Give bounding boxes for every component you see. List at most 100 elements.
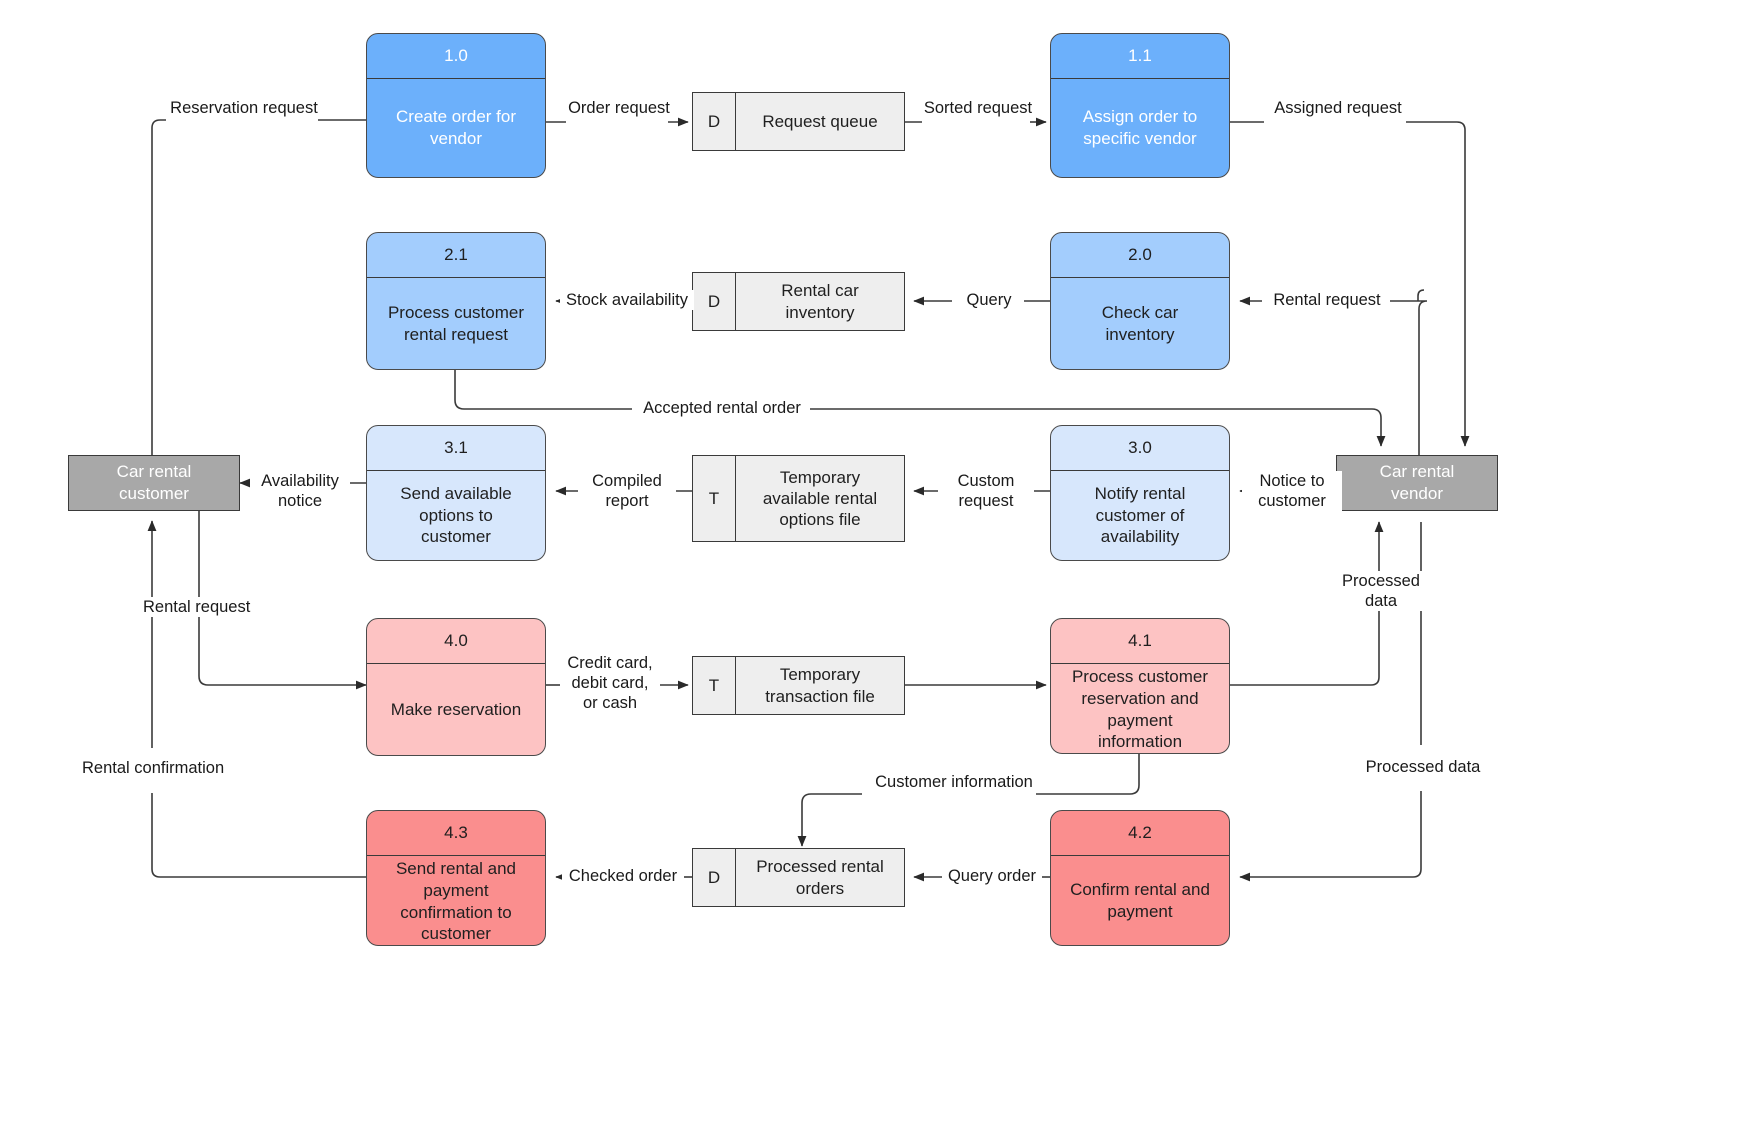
flow-label-checked-order: Checked order [562, 866, 684, 887]
process-4-3-line1: Send rental and [395, 859, 517, 878]
diagram-canvas: Car rental customer Car rental vendor 1.… [0, 0, 1760, 1138]
flow-label-processed-data-up: Processed data [1332, 571, 1430, 612]
process-1-1[interactable]: 1.1 Assign order to specific vendor [1050, 33, 1230, 178]
flow-label-compiled-report-line2: report [605, 492, 649, 511]
process-3-1-line1: Send available [400, 483, 512, 503]
store-tof-line1: Temporary [779, 467, 861, 487]
process-4-1-number: 4.1 [1051, 619, 1229, 664]
flow-label-payment-line2: debit card, [571, 674, 649, 693]
process-3-0-line3: availability [1100, 527, 1180, 547]
process-4-1[interactable]: 4.1 Process customer reservation and pay… [1050, 618, 1230, 754]
store-rci-line1: Rental car [781, 281, 859, 301]
process-2-1-line1: Process customer [387, 302, 525, 322]
wire-accepted-a [454, 370, 632, 410]
wire-processed-data-down-b [1239, 791, 1422, 882]
process-2-0[interactable]: 2.0 Check car inventory [1050, 232, 1230, 370]
flow-label-customer-information: Customer information [866, 772, 1042, 793]
flow-label-order-request: Order request [564, 98, 674, 119]
process-4-2[interactable]: 4.2 Confirm rental and payment [1050, 810, 1230, 946]
process-2-1-name: Process customer rental request [367, 278, 545, 369]
process-1-1-line2: specific vendor [1083, 129, 1197, 148]
process-4-3-line3: confirmation to [400, 902, 512, 922]
process-3-1[interactable]: 3.1 Send available options to customer [366, 425, 546, 561]
process-1-0-line1: Create order for [396, 107, 516, 127]
flow-label-custom-request: Custom request [938, 471, 1034, 512]
wire-rental-confirmation-a [151, 793, 366, 878]
store-temporary-transaction-label: Temporary transaction file [736, 657, 904, 714]
process-2-0-line2: inventory [1105, 324, 1175, 344]
flow-label-query: Query [954, 290, 1024, 311]
flow-label-availability-notice-line2: notice [277, 492, 323, 511]
wire-rental-request-vendor-d [1418, 300, 1428, 455]
process-4-2-number: 4.2 [1051, 811, 1229, 856]
store-ttf-line1: Temporary [779, 665, 861, 685]
store-pro-line2: orders [795, 878, 845, 898]
flow-label-notice-to-customer-line1: Notice to [1259, 472, 1325, 490]
wire-customer-information-a [1036, 753, 1140, 795]
store-rci-line2: inventory [785, 302, 855, 322]
flow-label-notice-to-customer-line2: customer [1258, 492, 1326, 511]
store-tof-line2: available rental [762, 488, 878, 508]
entity-vendor-line1: Car rental [1379, 461, 1455, 481]
store-pro-line1: Processed rental [756, 857, 884, 877]
flow-label-query-order: Query order [942, 866, 1042, 887]
store-temporary-options-file[interactable]: T Temporary available rental options fil… [692, 455, 905, 542]
flow-label-assigned-request: Assigned request [1266, 98, 1410, 119]
process-4-1-line4: information [1097, 732, 1183, 752]
flow-label-payment-line1: Credit card, [567, 654, 653, 672]
entity-car-rental-customer[interactable]: Car rental customer [68, 455, 240, 511]
process-3-1-number: 3.1 [367, 426, 545, 471]
process-4-0[interactable]: 4.0 Make reservation [366, 618, 546, 756]
process-2-1[interactable]: 2.1 Process customer rental request [366, 232, 546, 370]
process-3-0[interactable]: 3.0 Notify rental customer of availabili… [1050, 425, 1230, 561]
process-3-0-line1: Notify rental [1094, 483, 1186, 503]
store-processed-orders-label: Processed rental orders [736, 849, 904, 906]
store-request-queue[interactable]: D Request queue [692, 92, 905, 151]
flow-label-availability-notice: Availability notice [250, 471, 350, 512]
flow-label-processed-data-down: Processed data [1350, 757, 1496, 778]
flow-label-sorted-request: Sorted request [920, 98, 1036, 119]
flow-label-custom-request-line2: request [958, 492, 1014, 511]
flow-label-processed-data-up-line2: data [1364, 592, 1398, 611]
process-3-1-line3: customer [421, 527, 491, 547]
entity-car-rental-vendor[interactable]: Car rental vendor [1336, 455, 1498, 511]
flow-label-payment-line3: or cash [582, 694, 638, 713]
store-temporary-options-label: Temporary available rental options file [736, 456, 904, 541]
process-4-0-name: Make reservation [367, 664, 545, 755]
flow-label-accepted-rental-order: Accepted rental order [634, 398, 810, 419]
store-request-queue-key: D [693, 93, 736, 150]
process-1-1-name: Assign order to specific vendor [1051, 79, 1229, 177]
process-4-1-line1: Process customer [1071, 667, 1209, 686]
process-4-3[interactable]: 4.3 Send rental and payment confirmation… [366, 810, 546, 946]
process-4-3-number: 4.3 [367, 811, 545, 856]
process-1-0[interactable]: 1.0 Create order for vendor [366, 33, 546, 178]
store-processed-rental-orders[interactable]: D Processed rental orders [692, 848, 905, 907]
entity-customer-line1: Car rental [116, 461, 192, 481]
wire-rental-request-vendor-c [1417, 289, 1425, 301]
process-3-1-line2: options to [419, 505, 493, 525]
store-temporary-transaction-key: T [693, 657, 736, 714]
process-4-2-name: Confirm rental and payment [1051, 856, 1229, 945]
wire-customer-information-b [797, 793, 862, 847]
process-4-1-name: Process customer reservation and payment… [1051, 664, 1229, 753]
process-2-0-name: Check car inventory [1051, 278, 1229, 369]
process-4-2-line2: payment [1107, 901, 1173, 921]
store-processed-orders-key: D [693, 849, 736, 906]
flow-label-compiled-report-line1: Compiled [592, 472, 662, 490]
flow-label-reservation-request: Reservation request [166, 98, 322, 119]
store-request-queue-line1: Request queue [762, 111, 878, 131]
store-request-queue-label: Request queue [736, 93, 904, 150]
wire-processed-data-up-a [1230, 605, 1380, 686]
entity-customer-line2: customer [119, 484, 189, 503]
store-temporary-options-key: T [693, 456, 736, 541]
process-3-0-name: Notify rental customer of availability [1051, 471, 1229, 560]
store-temporary-transaction-file[interactable]: T Temporary transaction file [692, 656, 905, 715]
flow-label-rental-request-vendor: Rental request [1264, 290, 1390, 311]
process-2-1-number: 2.1 [367, 233, 545, 278]
process-4-2-line1: Confirm rental and [1070, 879, 1210, 899]
wire-reservation-request-a [151, 119, 166, 455]
flow-label-payment-methods: Credit card, debit card, or cash [560, 653, 660, 714]
process-3-0-line2: customer of [1095, 505, 1185, 525]
store-rental-car-inventory[interactable]: D Rental car inventory [692, 272, 905, 331]
flow-label-rental-request-customer: Rental request [141, 597, 253, 618]
